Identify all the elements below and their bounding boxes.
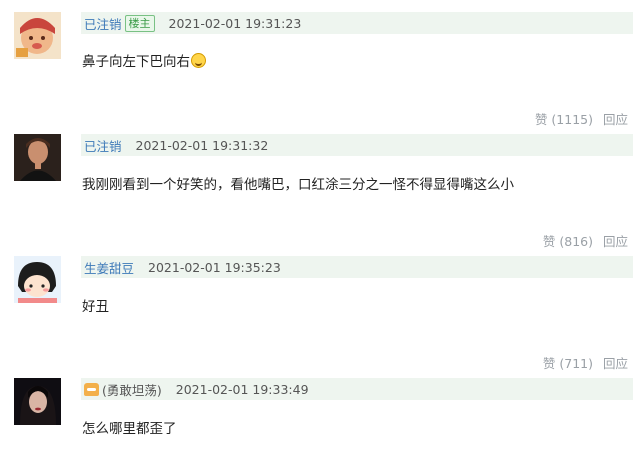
comment-text: 我刚刚看到一个好笑的，看他嘴巴，口红涂三分之一怪不得显得嘴这么小	[82, 177, 514, 193]
comment-meta: 已注销 2021-02-01 19:31:32	[81, 134, 633, 156]
comment-meta: (勇敢坦荡) 2021-02-01 19:33:49	[81, 378, 633, 400]
username-link[interactable]: 已注销	[84, 136, 122, 155]
username-link[interactable]: 已注销	[84, 14, 122, 33]
comment-time: 2021-02-01 19:35:23	[148, 259, 281, 275]
comment-text: 鼻子向左下巴向右	[82, 50, 206, 70]
comment-time: 2021-02-01 19:31:32	[135, 137, 269, 153]
like-button[interactable]: 赞 (711)	[543, 353, 593, 372]
comment-time: 2021-02-01 19:33:49	[175, 381, 309, 397]
comment-actions: 赞 (816) 回应	[543, 231, 628, 250]
comment-actions: 赞 (1115) 回应	[535, 109, 628, 128]
grin-emoji-icon	[191, 53, 206, 68]
cake-icon	[84, 382, 99, 396]
comment-text: 好丑	[82, 299, 109, 315]
comment-actions: 赞 (711) 回应	[543, 353, 628, 372]
reply-button[interactable]: 回应	[603, 231, 628, 250]
like-button[interactable]: 赞 (816)	[543, 231, 593, 250]
comment-time: 2021-02-01 19:31:23	[168, 15, 302, 31]
reply-button[interactable]: 回应	[603, 353, 628, 372]
avatar[interactable]	[14, 256, 61, 303]
avatar[interactable]	[14, 12, 61, 59]
comment-meta: 已注销 楼主 2021-02-01 19:31:23	[81, 12, 633, 34]
avatar[interactable]	[14, 378, 61, 425]
like-button[interactable]: 赞 (1115)	[535, 109, 593, 128]
username-link[interactable]: 生姜甜豆	[84, 258, 134, 277]
reply-button[interactable]: 回应	[603, 109, 628, 128]
avatar[interactable]	[14, 134, 61, 181]
comment-text: 怎么哪里都歪了	[82, 421, 177, 437]
username-link[interactable]: (勇敢坦荡)	[102, 380, 162, 399]
op-badge: 楼主	[124, 14, 155, 32]
comment-meta: 生姜甜豆 2021-02-01 19:35:23	[81, 256, 633, 278]
